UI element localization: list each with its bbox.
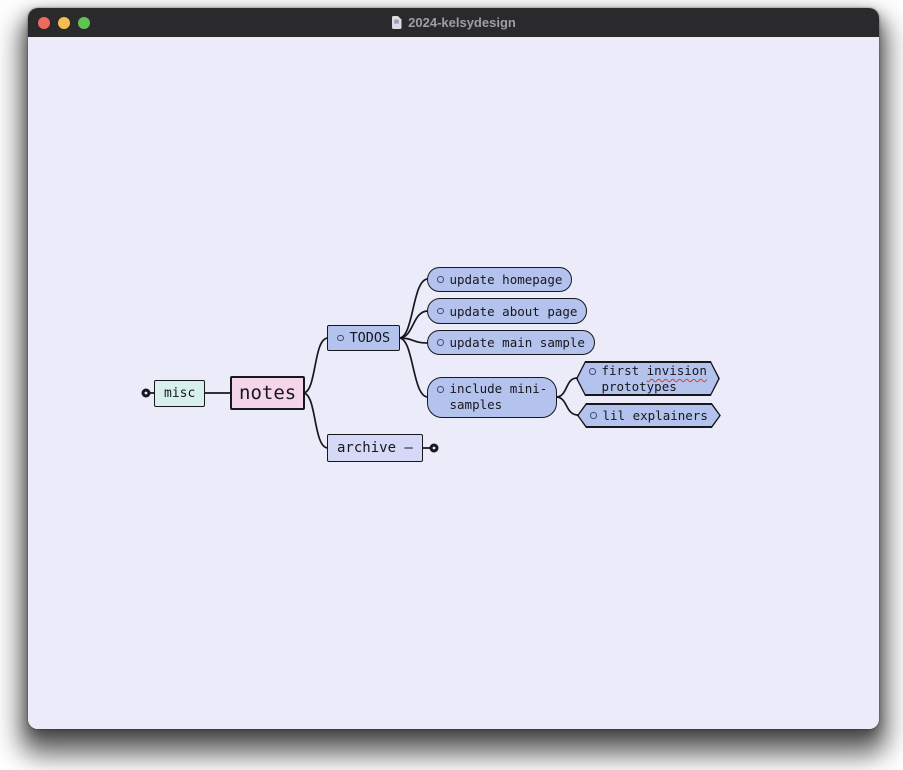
node-todos[interactable]: TODOS xyxy=(327,325,400,351)
node-lil-explainers[interactable]: lil explainers xyxy=(577,403,721,428)
bullet-circle-icon xyxy=(437,276,444,283)
close-button[interactable] xyxy=(38,17,50,29)
document-icon xyxy=(391,16,402,29)
bullet-circle-icon xyxy=(590,412,597,419)
edge-todos-homepage xyxy=(399,279,428,338)
window-controls xyxy=(28,17,90,29)
node-update-homepage[interactable]: update homepage xyxy=(427,267,572,292)
bullet-circle-icon xyxy=(437,339,444,346)
mindmap-canvas[interactable]: misc notes TODOS update homepage update … xyxy=(28,37,879,729)
node-label: lil explainers xyxy=(603,408,708,423)
node-label: firstinvision prototypes xyxy=(602,363,707,395)
root-collapse-handle[interactable] xyxy=(142,389,151,398)
edge-notes-archive xyxy=(303,393,328,448)
bullet-circle-icon xyxy=(337,335,344,342)
node-label: include mini- samples xyxy=(450,381,548,413)
zoom-button[interactable] xyxy=(78,17,90,29)
node-update-about-page[interactable]: update about page xyxy=(427,298,587,324)
node-include-mini-samples[interactable]: include mini- samples xyxy=(427,377,557,418)
edge-todos-about xyxy=(399,311,428,338)
node-label: notes xyxy=(239,382,296,404)
node-label: TODOS xyxy=(350,330,391,346)
node-label: update main sample xyxy=(450,335,585,350)
node-first-invision-prototypes[interactable]: firstinvision prototypes xyxy=(576,361,720,396)
edge-include-first xyxy=(556,378,577,397)
node-update-main-sample[interactable]: update main sample xyxy=(427,330,595,355)
node-notes[interactable]: notes xyxy=(230,376,305,410)
edge-include-lil xyxy=(556,397,578,415)
node-misc[interactable]: misc xyxy=(154,380,205,407)
edge-notes-todos xyxy=(303,338,328,393)
window-title: 2024-kelsydesign xyxy=(408,15,516,30)
node-label: update about page xyxy=(450,304,578,319)
edge-todos-include xyxy=(399,338,428,397)
bullet-circle-icon xyxy=(437,308,444,315)
app-window: 2024-kelsydesign xyxy=(28,8,879,729)
node-label: update homepage xyxy=(450,272,563,287)
archive-collapse-handle[interactable] xyxy=(430,444,439,453)
node-archive[interactable]: archive — xyxy=(327,434,423,462)
bullet-circle-icon xyxy=(589,368,596,375)
titlebar[interactable]: 2024-kelsydesign xyxy=(28,8,879,37)
window-title-area: 2024-kelsydesign xyxy=(28,8,879,37)
node-label: misc xyxy=(164,386,195,401)
bullet-circle-icon xyxy=(437,386,444,393)
misspelled-word: invision xyxy=(647,363,707,378)
minimize-button[interactable] xyxy=(58,17,70,29)
node-label: archive — xyxy=(337,440,413,456)
